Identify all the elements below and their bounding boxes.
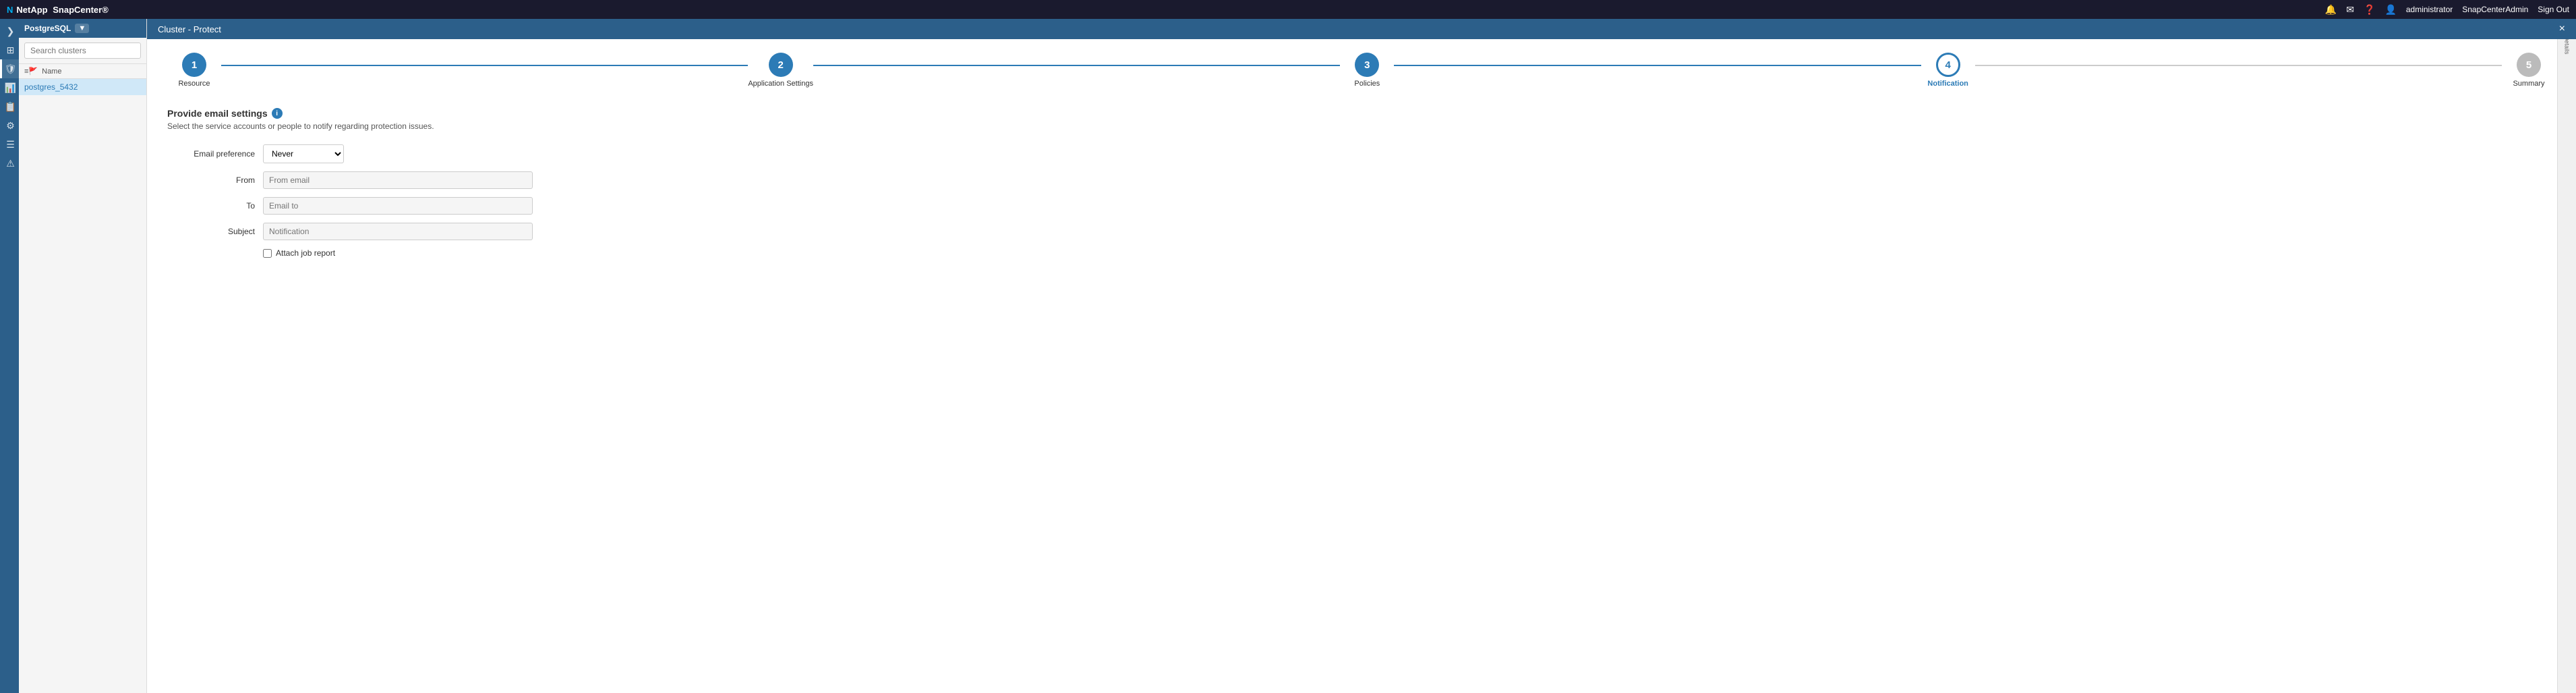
email-preference-label: Email preference [167,149,255,159]
email-preference-select[interactable]: Never On Failure On Failure or Warning A… [263,144,344,163]
connector-3-4 [1394,65,1921,66]
attach-checkbox[interactable] [263,249,272,258]
mail-icon[interactable]: ✉ [2346,4,2354,16]
attach-row: Attach job report [263,248,2556,258]
connector-2-3 [813,65,1340,66]
tenant-label: SnapCenterAdmin [2462,5,2528,14]
step-5: 5 Summary [2502,53,2556,88]
step-4-label: Notification [1927,80,1968,88]
cluster-row[interactable]: postgres_5432 [19,79,146,95]
step-4-circle: 4 [1936,53,1960,77]
sidebar-item-expand[interactable]: ❯ [0,22,19,40]
notifications-icon[interactable]: 🔔 [2325,4,2337,16]
step-3: 3 Policies [1340,53,1394,88]
info-icon[interactable]: i [272,108,283,119]
from-label: From [167,175,255,185]
search-box [19,38,146,64]
close-button[interactable]: × [2559,24,2565,34]
to-row: To [167,197,2556,215]
sidebar-item-alerts[interactable]: 📋 [0,97,19,116]
step-3-label: Policies [1354,80,1380,88]
brand-name: NetApp SnapCenter® [16,5,108,15]
step-3-circle: 3 [1355,53,1379,77]
netapp-logo-icon: N [7,5,13,15]
search-input[interactable] [24,43,141,59]
plugin-name: PostgreSQL [24,24,71,33]
attach-label: Attach job report [276,248,335,258]
section-title: Provide email settings i [167,108,2556,119]
step-1-circle: 1 [182,53,206,77]
top-bar-left: N NetApp SnapCenter® [7,5,109,15]
sidebar-item-settings[interactable]: ☰ [0,135,19,154]
step-5-circle: 5 [2517,53,2541,77]
from-input[interactable] [263,171,533,189]
sidebar-item-home[interactable]: ⊞ [0,40,19,59]
main-content: Cluster - Protect × 1 Resource 2 Applica… [147,19,2576,693]
sidebar-item-reports[interactable]: 📊 [0,78,19,97]
subject-row: Subject [167,223,2556,240]
help-icon[interactable]: ❓ [2364,4,2375,16]
subject-label: Subject [167,227,255,236]
step-2-circle: 2 [769,53,793,77]
connector-1-2 [221,65,748,66]
sub-header: Cluster - Protect × [147,19,2576,39]
user-icon: 👤 [2384,4,2396,16]
col-name: Name [42,67,61,76]
email-preference-row: Email preference Never On Failure On Fai… [167,144,2556,163]
step-2-label: Application Settings [748,80,813,88]
col-icons: ≡🚩 [24,67,38,76]
plugin-dropdown-btn[interactable]: ▼ [75,24,89,33]
step-4: 4 Notification [1921,53,1975,88]
cluster-name: postgres_5432 [24,82,78,92]
connector-4-5 [1975,65,2502,66]
signout-link[interactable]: Sign Out [2538,5,2569,14]
username-label: administrator [2406,5,2453,14]
page-title: Cluster - Protect [158,24,221,34]
left-sidebar: ❯ ⊞ 🛡 📊 📋 ⚙ ☰ ⚠ [0,19,19,693]
from-row: From [167,171,2556,189]
wizard-steps: 1 Resource 2 Application Settings 3 Poli… [167,53,2556,88]
panel-table-header: ≡🚩 Name [19,64,146,79]
step-5-label: Summary [2513,80,2544,88]
subject-input[interactable] [263,223,533,240]
step-1: 1 Resource [167,53,221,88]
brand-logo: N NetApp SnapCenter® [7,5,109,15]
plugin-header: PostgreSQL ▼ [19,19,146,38]
top-bar-right: 🔔 ✉ ❓ 👤 administrator SnapCenterAdmin Si… [2325,4,2569,16]
to-label: To [167,201,255,211]
panel-sidebar: PostgreSQL ▼ ≡🚩 Name postgres_5432 [19,19,147,693]
step-2: 2 Application Settings [748,53,813,88]
step-1-label: Resource [178,80,210,88]
wizard-body: 1 Resource 2 Application Settings 3 Poli… [147,39,2576,271]
sidebar-item-topology[interactable]: ⚙ [0,116,19,135]
section-subtitle: Select the service accounts or people to… [167,121,2556,131]
sidebar-item-warning[interactable]: ⚠ [0,154,19,173]
to-input[interactable] [263,197,533,215]
top-bar: N NetApp SnapCenter® 🔔 ✉ ❓ 👤 administrat… [0,0,2576,19]
sidebar-item-protection[interactable]: 🛡 [0,59,19,78]
